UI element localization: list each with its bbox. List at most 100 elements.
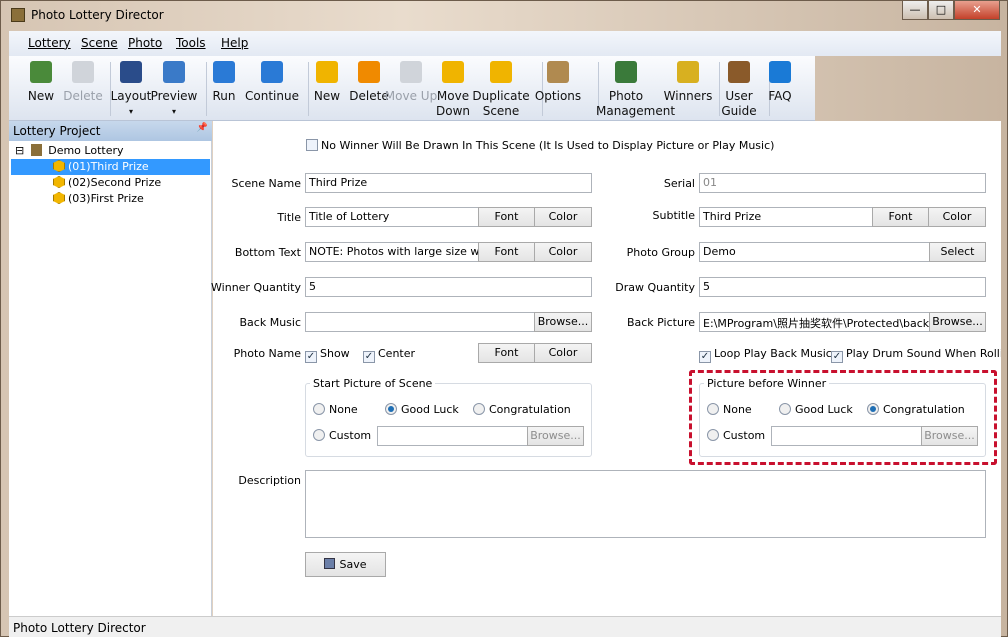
window-title: Photo Lottery Director	[31, 8, 164, 22]
back-picture-browse-button[interactable]: Browse...	[929, 312, 986, 332]
photo-group-label: Photo Group	[626, 246, 695, 259]
toolbar-button-photo-management[interactable]: Photo Management	[591, 58, 676, 119]
back-picture-label: Back Picture	[626, 316, 695, 329]
draw-quantity-label: Draw Quantity	[615, 281, 695, 294]
subtitle-color-button[interactable]: Color	[928, 207, 986, 227]
scene-icon	[53, 192, 65, 204]
save-icon	[324, 558, 336, 569]
menu-lottery[interactable]: Lottery	[28, 36, 71, 50]
toolbar-button-faq[interactable]: FAQ	[745, 58, 815, 104]
checkbox[interactable]: ✓	[305, 351, 317, 363]
radio-none[interactable]: None	[313, 403, 358, 416]
back-picture-input[interactable]: E:\MProgram\照片抽奖软件\Protected\back.jp	[699, 312, 930, 332]
photo-group-input[interactable]: Demo	[699, 242, 930, 262]
toolbar-label: Photo Management	[596, 89, 676, 118]
duplicate-icon	[490, 61, 512, 83]
bottom-text-input[interactable]: NOTE: Photos with large size will ma	[305, 242, 479, 262]
scene-editor	[213, 121, 1001, 616]
serial-label: Serial	[663, 177, 695, 190]
photo-name-show-checkbox[interactable]: ✓ Show	[305, 347, 350, 363]
delete-lottery-icon	[72, 61, 94, 83]
menu-bar: Lottery Scene Photo Tools Help	[9, 31, 1001, 56]
highlight-box	[689, 370, 997, 465]
scene-label: (03)First Prize	[68, 192, 144, 205]
radio-label: None	[329, 403, 358, 416]
menu-tools[interactable]: Tools	[176, 36, 206, 50]
winner-quantity-input[interactable]: 5	[305, 277, 592, 297]
radio-label: Congratulation	[489, 403, 571, 416]
move-down-icon	[442, 61, 464, 83]
no-winner-checkbox[interactable]: No Winner Will Be Drawn In This Scene (I…	[306, 139, 774, 152]
maximize-button[interactable]: □	[928, 1, 954, 20]
menu-photo[interactable]: Photo	[128, 36, 162, 50]
subtitle-font-button[interactable]: Font	[872, 207, 929, 227]
photo-name-color-button[interactable]: Color	[534, 343, 592, 363]
menu-help[interactable]: Help	[221, 36, 248, 50]
preview-icon	[163, 61, 185, 83]
checkbox[interactable]: ✓	[699, 351, 711, 363]
toolbar: New Delete Layout ▾ Preview ▾ Run Continue New De…	[9, 56, 815, 121]
subtitle-label: Subtitle	[652, 209, 695, 222]
tree-item-scene[interactable]: (02)Second Prize	[53, 175, 161, 191]
checkbox[interactable]: ✓	[363, 351, 375, 363]
scene-name-label: Scene Name	[231, 177, 302, 190]
toolbar-label: Options	[534, 89, 582, 103]
bottom-text-font-button[interactable]: Font	[478, 242, 535, 262]
checkbox[interactable]: ✓	[831, 351, 843, 363]
lottery-project-panel: Lottery Project 📌 ⊟ Demo Lottery (01)Thi…	[9, 121, 212, 616]
title-input[interactable]: Title of Lottery	[305, 207, 479, 227]
draw-quantity-input[interactable]: 5	[699, 277, 986, 297]
checkbox-label: Loop Play Back Music	[714, 347, 832, 360]
toolbar-button-options[interactable]: Options	[523, 58, 593, 104]
loop-music-checkbox[interactable]: ✓ Loop Play Back Music	[699, 347, 832, 363]
close-button[interactable]: ✕	[954, 1, 1000, 20]
title-font-button[interactable]: Font	[478, 207, 535, 227]
radio-custom[interactable]: Custom	[313, 429, 371, 442]
drum-sound-checkbox[interactable]: ✓Play Drum Sound When Rolling P	[831, 347, 1001, 363]
collapse-icon[interactable]: ⊟	[15, 144, 24, 157]
bottom-text-label: Bottom Text	[234, 246, 301, 259]
photo-name-center-checkbox[interactable]: ✓ Center	[363, 347, 415, 363]
winner-quantity-label: Winner Quantity	[211, 281, 301, 294]
photo-name-label: Photo Name	[233, 347, 301, 360]
scene-label: (01)Third Prize	[68, 160, 149, 173]
checkbox-label: Play Drum Sound When Rolling P	[846, 347, 1001, 360]
dropdown-arrow-icon[interactable]: ▾	[139, 104, 209, 119]
menu-scene[interactable]: Scene	[81, 36, 118, 50]
panel-title: Lottery Project	[13, 124, 101, 138]
panel-header: Lottery Project 📌	[9, 121, 212, 141]
start-custom-browse-button[interactable]: Browse...	[527, 426, 584, 446]
photo-name-font-button[interactable]: Font	[478, 343, 535, 363]
app-window: Photo Lottery Director — □ ✕ Lottery Sce…	[0, 0, 1008, 637]
wrench-icon	[547, 61, 569, 83]
scene-label: (02)Second Prize	[68, 176, 162, 189]
title-bar: Photo Lottery Director — □ ✕	[1, 1, 1008, 29]
checkbox[interactable]	[306, 139, 318, 151]
checkbox-label: No Winner Will Be Drawn In This Scene (I…	[321, 139, 775, 152]
title-label: Title	[277, 211, 301, 224]
photo-group-select-button[interactable]: Select	[929, 242, 986, 262]
save-label: Save	[339, 558, 367, 571]
help-icon	[769, 61, 791, 83]
subtitle-input[interactable]: Third Prize	[699, 207, 873, 227]
scene-icon	[53, 176, 65, 188]
back-music-label: Back Music	[239, 316, 302, 329]
tree-item-scene[interactable]: (03)First Prize	[53, 191, 144, 207]
save-button[interactable]: Save	[305, 552, 386, 577]
minimize-button[interactable]: —	[902, 1, 928, 20]
tree-root[interactable]: ⊟ Demo Lottery	[15, 143, 124, 159]
continue-icon	[261, 61, 283, 83]
tree-item-scene[interactable]: (01)Third Prize	[11, 159, 210, 175]
radio-label: Custom	[329, 429, 372, 442]
group-title: Start Picture of Scene	[310, 377, 436, 390]
serial-input[interactable]: 01	[699, 173, 986, 193]
app-icon	[11, 8, 25, 22]
radio-congratulation[interactable]: Congratulation	[473, 403, 571, 416]
radio-good-luck[interactable]: Good Luck	[385, 403, 459, 416]
scene-name-input[interactable]: Third Prize	[305, 173, 592, 193]
description-textarea[interactable]	[305, 470, 986, 538]
back-music-input[interactable]	[305, 312, 535, 332]
lottery-icon	[30, 144, 42, 156]
start-custom-input[interactable]	[377, 426, 528, 446]
pin-icon[interactable]: 📌	[197, 123, 208, 133]
